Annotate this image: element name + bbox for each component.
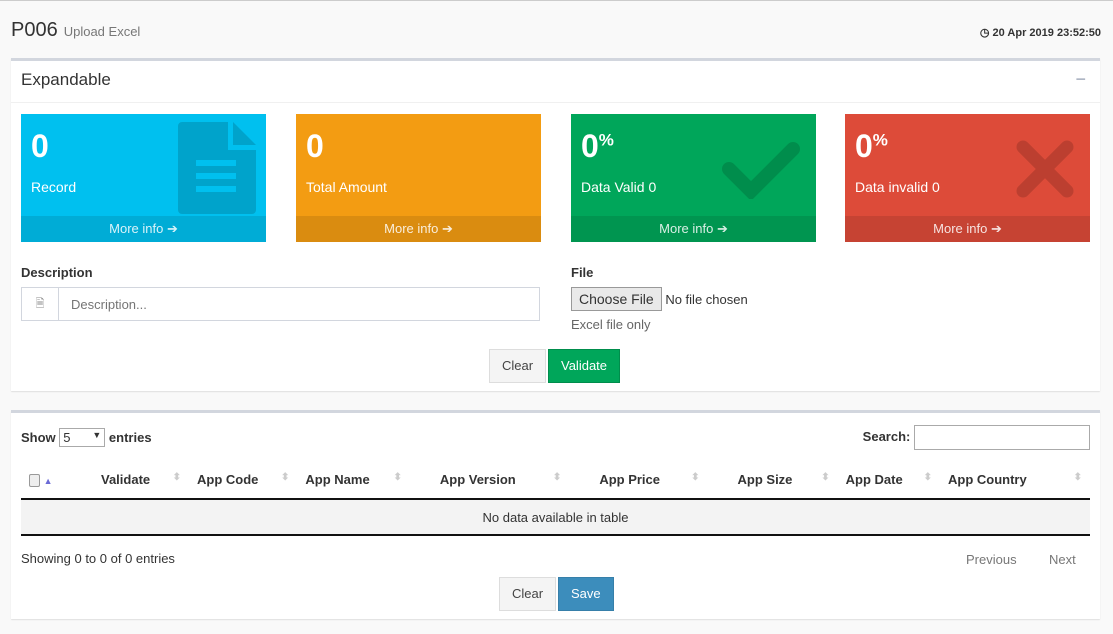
sort-icon: ⬍ bbox=[691, 472, 700, 483]
search-group: Search: bbox=[863, 425, 1090, 450]
tile-total-amount: 0 Total Amount More info ➔ bbox=[296, 114, 541, 242]
description-input[interactable] bbox=[59, 288, 539, 320]
percent: % bbox=[598, 130, 614, 150]
file-input: Choose File No file chosen bbox=[571, 287, 748, 311]
search-label: Search: bbox=[862, 428, 911, 444]
datetime-text: 20 Apr 2019 23:52:50 bbox=[992, 27, 1101, 39]
table-panel: Show 5 ▼ entries Search: ▲ Validate ⬍ App … bbox=[11, 410, 1100, 619]
times-icon bbox=[1016, 140, 1074, 198]
title: P006 bbox=[11, 19, 58, 41]
tile-label: Data invalid 0 bbox=[855, 179, 940, 195]
tile-value: 0 bbox=[306, 128, 324, 164]
col-app-date[interactable]: App Date ⬍ bbox=[837, 461, 940, 500]
show-label: Show bbox=[21, 430, 56, 445]
more-info-link[interactable]: More info ➔ bbox=[296, 216, 541, 242]
sort-icon: ⬍ bbox=[393, 472, 402, 483]
file-excel-icon: 🗎 bbox=[22, 288, 59, 320]
col-validate[interactable]: Validate ⬍ bbox=[81, 461, 190, 500]
collapse-icon[interactable]: − bbox=[1075, 69, 1086, 90]
sort-icon: ⬍ bbox=[821, 472, 830, 483]
datetime: ◷ 20 Apr 2019 23:52:50 bbox=[980, 26, 1101, 39]
clock-icon: ◷ bbox=[979, 27, 993, 39]
description-group: 🗎 bbox=[21, 287, 540, 321]
tile-value: 0 bbox=[855, 128, 873, 164]
file-text-icon bbox=[178, 122, 256, 214]
tile-label: Data Valid 0 bbox=[581, 179, 657, 195]
expandable-panel: Expandable − 0 Record More info ➔ 0 Tota… bbox=[11, 58, 1100, 391]
tile-value: 0 bbox=[31, 128, 49, 164]
entries-label: entries bbox=[108, 430, 152, 445]
sort-icon: ⬍ bbox=[172, 472, 182, 483]
col-app-name[interactable]: App Name ⬍ bbox=[297, 461, 410, 500]
clear-button[interactable]: Clear bbox=[489, 349, 547, 383]
dropdown-arrow-icon: ▼ bbox=[92, 430, 102, 440]
file-label: File bbox=[571, 265, 594, 280]
more-info-link[interactable]: More info ➔ bbox=[845, 216, 1090, 242]
table-row: No data available in table bbox=[21, 499, 1090, 536]
tile-data-valid: 0% Data Valid 0 More info ➔ bbox=[571, 114, 816, 242]
more-info-link[interactable]: More info ➔ bbox=[21, 216, 266, 242]
data-table: ▲ Validate ⬍ App Code ⬍ App Name ⬍ App Vers… bbox=[21, 461, 1090, 536]
entries-value: 5 bbox=[63, 430, 71, 445]
length-control: Show 5 ▼ entries bbox=[21, 428, 152, 447]
panel-title: Expandable bbox=[11, 61, 1100, 103]
search-input[interactable] bbox=[914, 425, 1090, 450]
tile-label: Total Amount bbox=[306, 179, 387, 195]
more-info-link[interactable]: More info ➔ bbox=[571, 216, 816, 242]
table-info: Showing 0 to 0 of 0 entries bbox=[21, 551, 175, 566]
tile-value: 0 bbox=[581, 128, 599, 164]
previous-button[interactable]: Previous bbox=[966, 552, 1017, 567]
subtitle: Upload Excel bbox=[63, 24, 141, 39]
sort-icon: ⬍ bbox=[552, 472, 562, 483]
save-button[interactable]: Save bbox=[558, 577, 614, 611]
empty-message: No data available in table bbox=[21, 499, 1090, 536]
select-all-header[interactable]: ▲ bbox=[21, 461, 81, 500]
col-app-version[interactable]: App Version ⬍ bbox=[409, 461, 570, 500]
percent: % bbox=[872, 130, 888, 150]
file-status: No file chosen bbox=[665, 292, 748, 307]
sort-icon: ⬍ bbox=[923, 472, 932, 483]
header-row: ▲ Validate ⬍ App Code ⬍ App Name ⬍ App Vers… bbox=[21, 461, 1090, 500]
sort-icon: ⬍ bbox=[1073, 472, 1082, 483]
page-title: P006 Upload Excel bbox=[11, 19, 140, 42]
entries-select[interactable]: 5 ▼ bbox=[59, 428, 106, 447]
tile-data-invalid: 0% Data invalid 0 More info ➔ bbox=[845, 114, 1090, 242]
sort-icon: ⬍ bbox=[281, 472, 290, 483]
description-label: Description bbox=[21, 265, 93, 280]
col-app-price[interactable]: App Price ⬍ bbox=[569, 461, 708, 500]
clear-table-button[interactable]: Clear bbox=[499, 577, 557, 611]
tile-record: 0 Record More info ➔ bbox=[21, 114, 266, 242]
check-icon bbox=[722, 142, 800, 199]
col-app-size[interactable]: App Size ⬍ bbox=[707, 461, 838, 500]
file-help: Excel file only bbox=[571, 317, 651, 332]
sort-asc-icon: ▲ bbox=[43, 475, 53, 486]
next-button[interactable]: Next bbox=[1049, 552, 1076, 567]
tile-label: Record bbox=[31, 179, 77, 195]
col-app-country[interactable]: App Country ⬍ bbox=[940, 461, 1090, 500]
validate-button[interactable]: Validate bbox=[548, 349, 621, 383]
select-all-checkbox[interactable] bbox=[29, 474, 40, 488]
col-app-code[interactable]: App Code ⬍ bbox=[189, 461, 298, 500]
choose-file-button[interactable]: Choose File bbox=[571, 287, 662, 311]
